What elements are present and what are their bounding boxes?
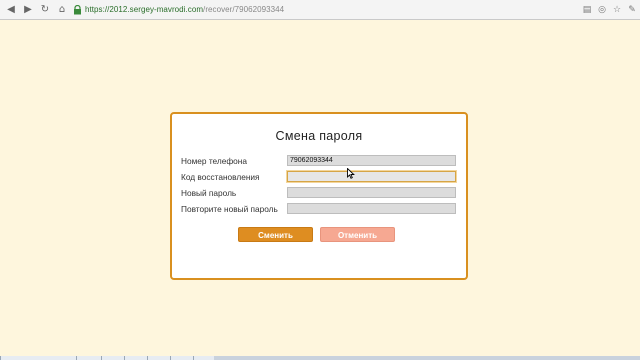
- bookmark-star-icon[interactable]: ☆: [611, 3, 623, 16]
- address-bar[interactable]: https://2012.sergey-mavrodi.com/recover/…: [85, 5, 284, 14]
- reader-icon[interactable]: ◎: [596, 3, 608, 16]
- repeat-password-input[interactable]: [287, 203, 456, 214]
- url-path: /recover/79062093344: [203, 5, 285, 14]
- page-content: Смена пароля Номер телефона Код восстано…: [0, 20, 640, 356]
- recovery-code-input[interactable]: [287, 171, 456, 182]
- taskbar-item[interactable]: [76, 356, 101, 360]
- taskbar-item[interactable]: [0, 356, 76, 360]
- phone-label: Номер телефона: [181, 156, 247, 166]
- phone-input[interactable]: [287, 155, 456, 166]
- home-icon[interactable]: ⌂: [55, 3, 69, 17]
- repeat-password-label: Повторите новый пароль: [181, 204, 278, 214]
- browser-toolbar: ◀ ▶ ↻ ⌂ https://2012.sergey-mavrodi.com/…: [0, 0, 640, 20]
- wrench-icon[interactable]: ✎: [626, 3, 638, 16]
- forward-icon[interactable]: ▶: [21, 3, 35, 17]
- lock-icon: [73, 4, 82, 15]
- url-base: https://2012.sergey-mavrodi.com: [85, 5, 204, 14]
- page-icon[interactable]: ▤: [581, 3, 593, 16]
- taskbar-item[interactable]: [147, 356, 170, 360]
- taskbar: [0, 356, 640, 360]
- mouse-pointer-icon: [347, 166, 355, 184]
- submit-button[interactable]: Сменить: [238, 227, 313, 242]
- taskbar-item[interactable]: [101, 356, 124, 360]
- dialog-title: Смена пароля: [275, 129, 363, 143]
- taskbar-item[interactable]: [124, 356, 147, 360]
- cancel-button[interactable]: Отменить: [320, 227, 395, 242]
- recovery-code-label: Код восстановления: [181, 172, 260, 182]
- taskbar-item[interactable]: [193, 356, 214, 360]
- change-password-dialog: Смена пароля Номер телефона Код восстано…: [170, 112, 468, 280]
- reload-icon[interactable]: ↻: [38, 3, 52, 17]
- browser-extension-icons: ▤ ◎ ☆ ✎: [578, 3, 638, 16]
- new-password-label: Новый пароль: [181, 188, 237, 198]
- back-icon[interactable]: ◀: [4, 3, 18, 17]
- new-password-input[interactable]: [287, 187, 456, 198]
- taskbar-item[interactable]: [170, 356, 193, 360]
